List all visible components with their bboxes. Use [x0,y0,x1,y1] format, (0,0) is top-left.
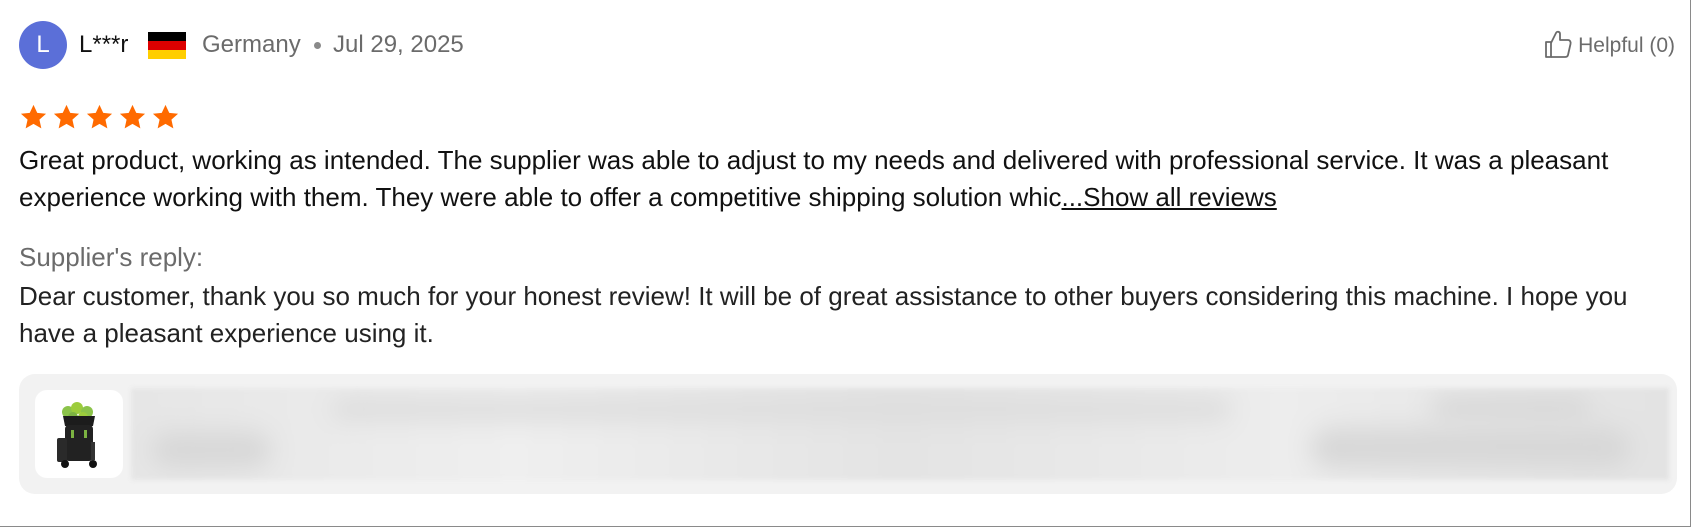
star-icon [152,104,179,129]
helpful-label: Helpful (0) [1578,34,1675,57]
show-all-reviews-link[interactable]: ...Show all reviews [1061,182,1276,212]
review-text-block: Great product, working as intended. The … [19,142,1679,216]
review-card: L L***r Germany Jul 29, 2025 Helpful (0)… [0,0,1691,527]
reviewer-name: L***r [79,31,129,58]
supplier-reply-text: Dear customer, thank you so much for you… [19,281,1628,348]
tennis-ball-machine-thumbnail [57,402,97,468]
product-thumbnail [35,390,123,478]
avatar: L [19,21,67,69]
supplier-reply-label: Supplier's reply: [19,242,204,272]
star-icon [53,104,80,129]
star-icon [20,104,47,129]
star-icon [86,104,113,129]
helpful-button[interactable]: Helpful (0) [1544,30,1675,62]
blurred-product-info [131,388,1669,480]
thumbs-up-icon [1544,29,1572,64]
germany-flag-icon [148,32,186,59]
star-rating [19,103,180,132]
review-date: Jul 29, 2025 [333,31,464,58]
separator-dot [314,42,321,49]
review-text: Great product, working as intended. The … [19,145,1609,212]
product-card[interactable] [19,374,1677,494]
reviewer-country: Germany [202,31,301,58]
star-icon [119,104,146,129]
